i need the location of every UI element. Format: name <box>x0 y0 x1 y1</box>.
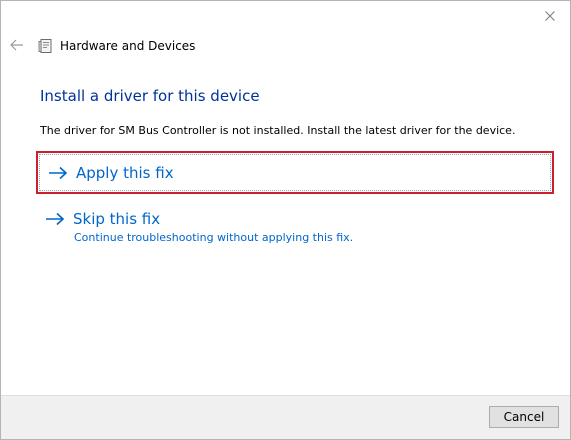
apply-fix-button[interactable]: Apply this fix <box>36 151 554 194</box>
close-icon <box>545 11 555 21</box>
arrow-right-icon <box>46 212 65 226</box>
page-heading: Install a driver for this device <box>40 87 260 105</box>
skip-fix-button[interactable]: Skip this fix Continue troubleshooting w… <box>45 210 353 244</box>
cancel-button[interactable]: Cancel <box>489 406 559 428</box>
apply-fix-focus-rect: Apply this fix <box>39 154 551 191</box>
window-title-row: Hardware and Devices <box>38 38 195 54</box>
problem-description: The driver for SM Bus Controller is not … <box>40 124 516 137</box>
dialog-footer: Cancel <box>1 395 570 439</box>
back-arrow-icon <box>10 39 23 51</box>
window-title: Hardware and Devices <box>60 39 196 53</box>
apply-fix-label: Apply this fix <box>76 163 174 182</box>
skip-fix-sublabel: Continue troubleshooting without applyin… <box>74 231 354 244</box>
back-button[interactable] <box>7 35 27 55</box>
troubleshooter-window: Hardware and Devices Install a driver fo… <box>0 0 571 440</box>
troubleshooter-icon <box>38 38 54 54</box>
close-button[interactable] <box>538 5 562 27</box>
arrow-right-icon <box>49 166 68 179</box>
skip-fix-label: Skip this fix <box>73 210 161 228</box>
